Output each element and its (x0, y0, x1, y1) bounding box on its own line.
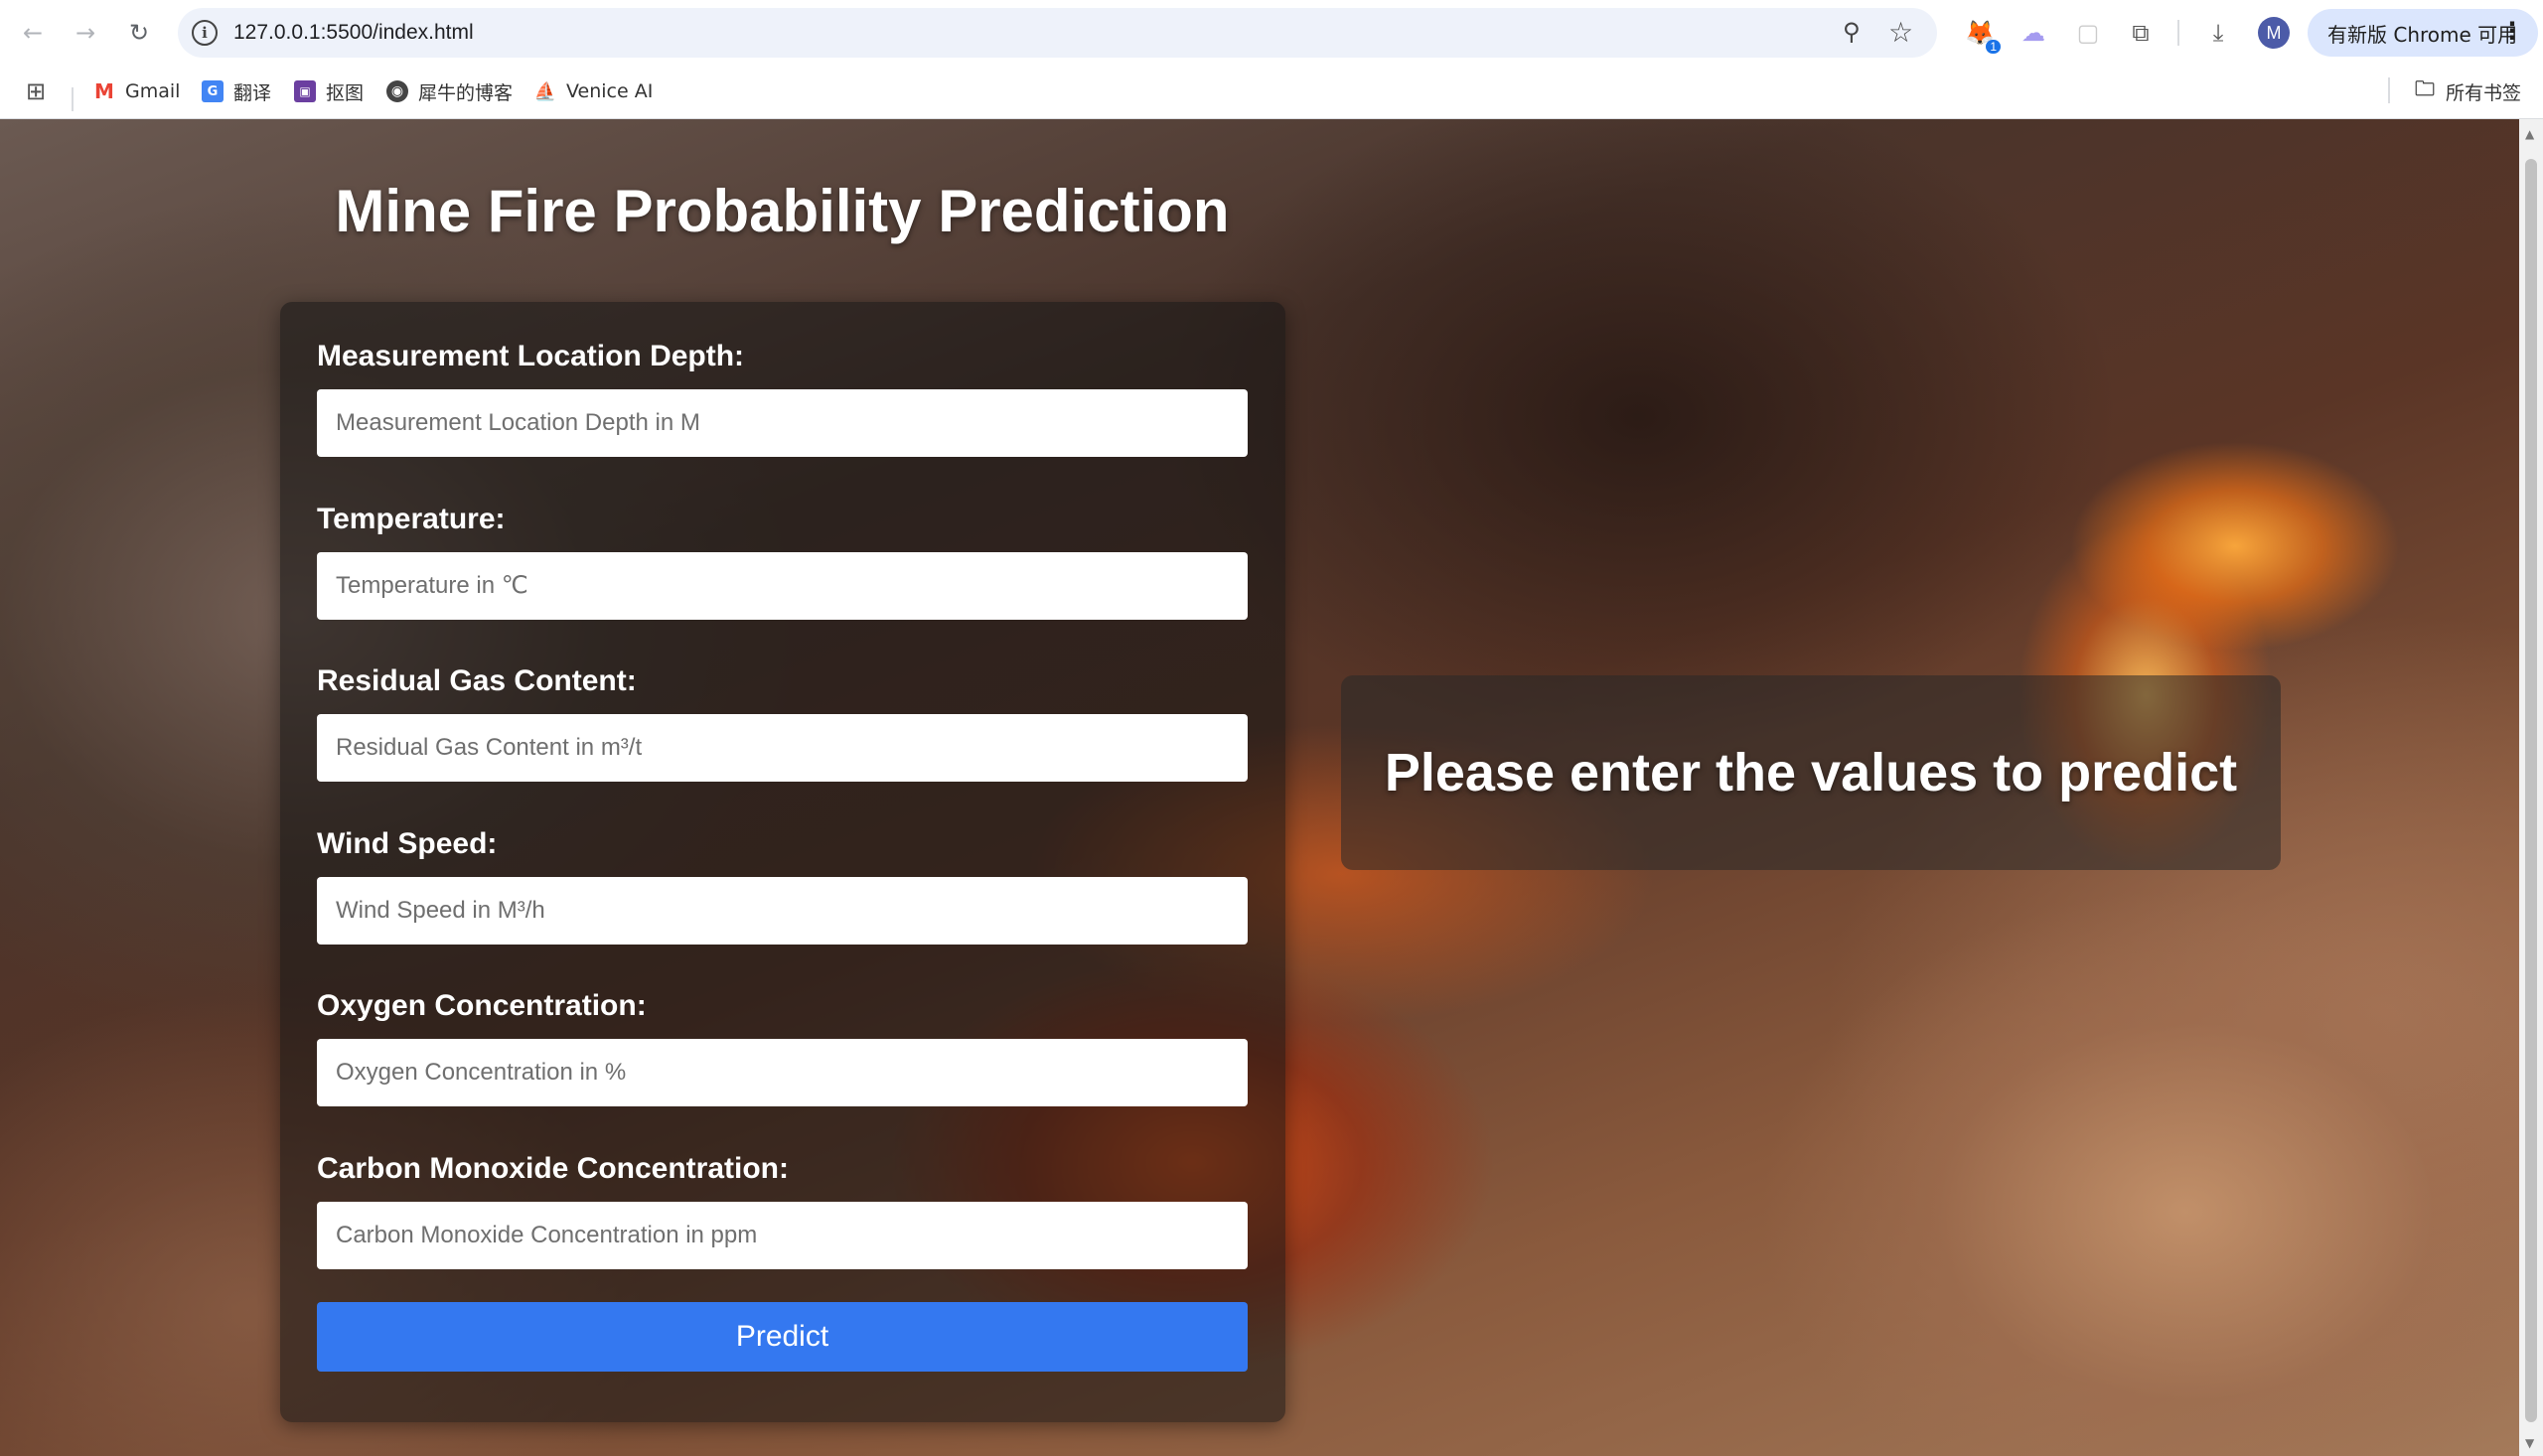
extensions-puzzle-icon[interactable]: ⧉ (2124, 16, 2158, 50)
bookmark-divider (72, 87, 74, 111)
cutout-icon: ▣ (294, 80, 316, 102)
gas-content-input[interactable] (317, 714, 1248, 782)
oxygen-label: Oxygen Concentration: (317, 989, 647, 1022)
update-label: 有新版 Chrome 可用 (2327, 22, 2518, 47)
wind-speed-label: Wind Speed: (317, 827, 498, 860)
bookmark-venice[interactable]: ⛵ Venice AI (533, 75, 654, 107)
bookmark-label: 犀牛的博客 (418, 81, 514, 104)
oxygen-input[interactable] (317, 1039, 1248, 1106)
bookmark-blog[interactable]: ◉ 犀牛的博客 (386, 75, 513, 107)
gmail-icon: M (94, 79, 114, 103)
bookmark-label: 抠图 (326, 81, 365, 104)
temperature-label: Temperature: (317, 503, 506, 535)
folder-icon: 🗀 (2415, 76, 2435, 100)
bookmark-translate[interactable]: G 翻译 (202, 75, 271, 107)
depth-input[interactable] (317, 389, 1248, 457)
venice-icon: ⛵ (533, 80, 557, 102)
bookmark-star-icon[interactable]: ☆ (1888, 16, 1913, 49)
scrollbar[interactable]: ▲ ▼ (2519, 119, 2543, 1456)
translate-icon: G (202, 80, 224, 102)
reload-icon[interactable]: ↻ (119, 13, 159, 53)
all-bookmarks-label: 所有书签 (2446, 81, 2522, 104)
address-bar[interactable]: i 127.0.0.1:5500/index.html ⚲ ☆ (178, 8, 1937, 58)
blank-extension-icon[interactable]: ▢ (2071, 16, 2105, 50)
bookmarks-bar: ⊞ M Gmail G 翻译 ▣ 抠图 ◉ 犀牛的博客 ⛵ Venice AI … (0, 66, 2543, 119)
co-input[interactable] (317, 1202, 1248, 1269)
wind-speed-input[interactable] (317, 877, 1248, 945)
download-icon[interactable]: ⤓ (2201, 16, 2235, 50)
profile-avatar[interactable]: M (2258, 17, 2290, 49)
forward-arrow-icon[interactable]: → (66, 13, 105, 53)
predict-button[interactable]: Predict (317, 1302, 1248, 1372)
bookmark-label: Venice AI (566, 80, 654, 102)
chrome-update-button[interactable]: 有新版 Chrome 可用 ⋮ (2308, 9, 2538, 57)
scroll-thumb[interactable] (2525, 159, 2537, 1422)
url-text[interactable]: 127.0.0.1:5500/index.html (233, 21, 474, 45)
more-menu-icon[interactable]: ⋮ (2500, 17, 2524, 45)
gas-content-label: Residual Gas Content: (317, 664, 637, 697)
extension-badge: 1 (1986, 40, 2001, 54)
toolbar-divider (2177, 20, 2179, 46)
bookmark-label: 翻译 (233, 81, 272, 104)
prediction-form: Measurement Location Depth: Temperature:… (280, 302, 1285, 1422)
all-bookmarks[interactable]: 🗀 所有书签 (2414, 75, 2521, 107)
globe-icon: ◉ (386, 80, 408, 102)
temperature-input[interactable] (317, 552, 1248, 620)
bookmark-cutout[interactable]: ▣ 抠图 (294, 75, 364, 107)
back-arrow-icon[interactable]: ← (13, 13, 53, 53)
site-info-icon[interactable]: i (192, 20, 218, 46)
browser-toolbar: ← → ↻ i 127.0.0.1:5500/index.html ⚲ ☆ 🦊 1… (0, 0, 2543, 66)
bookmark-label: Gmail (125, 80, 181, 102)
depth-label: Measurement Location Depth: (317, 340, 745, 372)
scroll-down-icon[interactable]: ▼ (2525, 1436, 2534, 1450)
bookmark-divider (2388, 77, 2390, 103)
apps-grid-icon[interactable]: ⊞ (26, 75, 46, 107)
scroll-up-icon[interactable]: ▲ (2525, 127, 2534, 141)
page-viewport: Mine Fire Probability Prediction Measure… (0, 119, 2519, 1456)
result-panel: Please enter the values to predict (1341, 675, 2281, 870)
zoom-icon[interactable]: ⚲ (1843, 18, 1861, 46)
result-text: Please enter the values to predict (1384, 743, 2238, 802)
metamask-extension-icon[interactable]: 🦊 1 (1963, 16, 2001, 54)
cloud-extension-icon[interactable]: ☁ (2017, 16, 2050, 50)
page-title: Mine Fire Probability Prediction (335, 178, 1230, 244)
bookmark-gmail[interactable]: M Gmail (93, 75, 180, 107)
co-label: Carbon Monoxide Concentration: (317, 1152, 789, 1185)
